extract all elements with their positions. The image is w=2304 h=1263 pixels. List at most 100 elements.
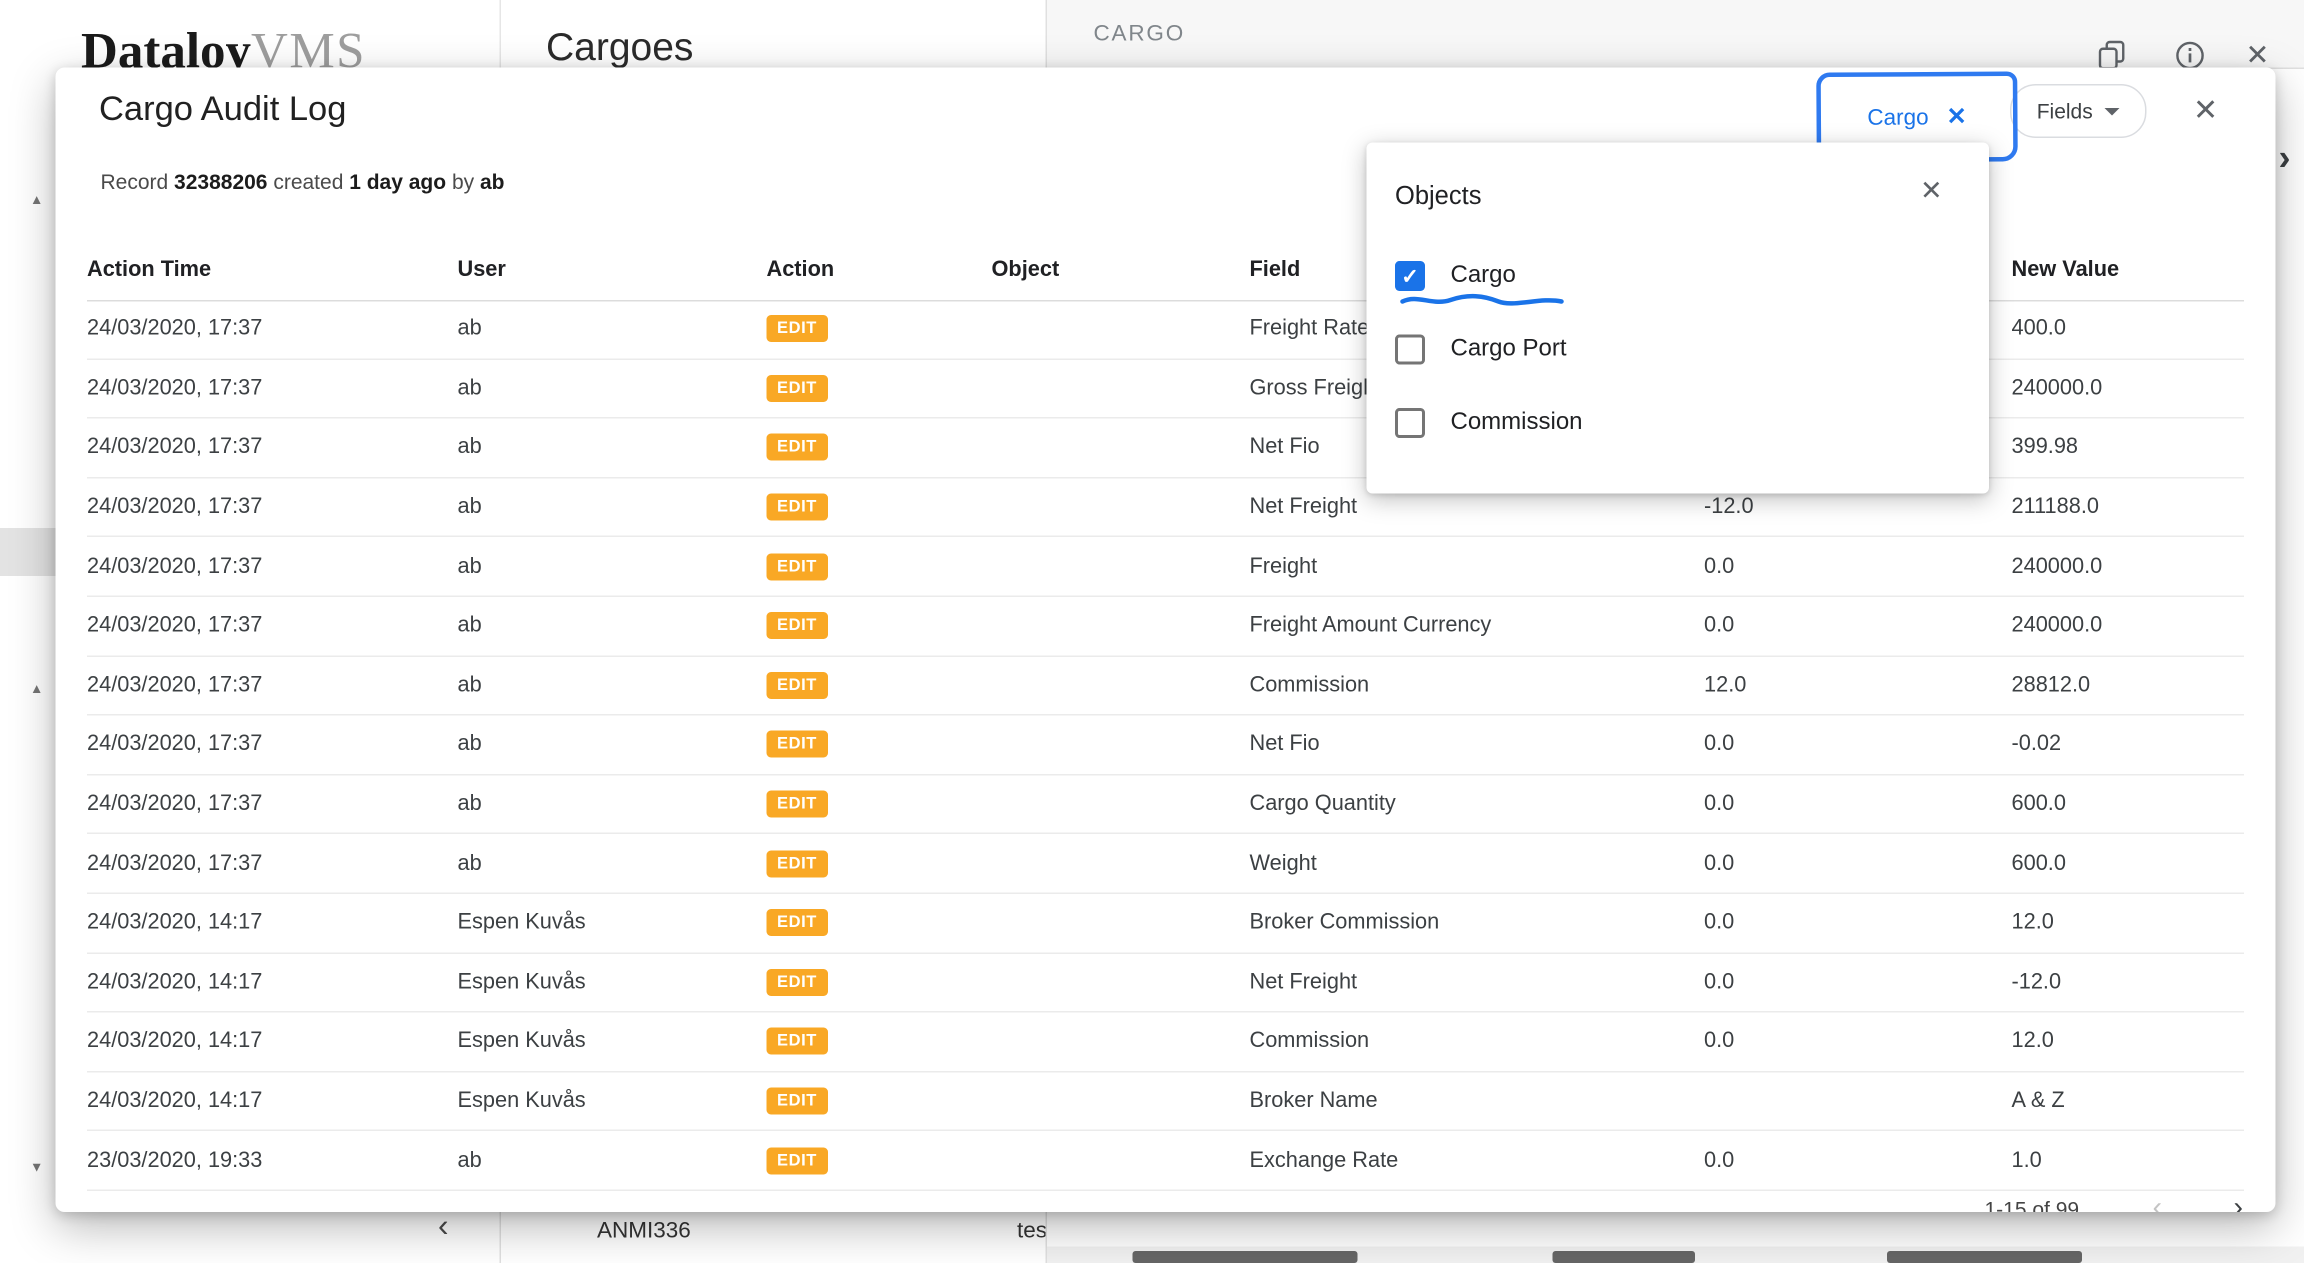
app-viewport: DataloyVMS Cargoes CARGO ✕ › ▲ ▲ ▼ ‹ ANM… bbox=[0, 0, 2304, 1263]
edit-action-badge: EDIT bbox=[767, 494, 828, 521]
cell-field: Weight bbox=[1250, 851, 1705, 875]
table-row: 24/03/2020, 17:37 ab EDIT Commission 12.… bbox=[87, 656, 2244, 715]
annotation-underline bbox=[1400, 293, 1565, 308]
table-row: 24/03/2020, 17:37 ab EDIT Net Fio 0.0 -0… bbox=[87, 716, 2244, 775]
cell-old-value: 12.0 bbox=[1704, 673, 2012, 697]
edit-action-badge: EDIT bbox=[767, 969, 828, 996]
edit-action-badge: EDIT bbox=[767, 434, 828, 461]
cell-old-value: 0.0 bbox=[1704, 851, 2012, 875]
cell-user: Espen Kuvås bbox=[458, 1089, 767, 1113]
cell-field: Cargo Quantity bbox=[1250, 792, 1705, 816]
record-created-label: created bbox=[273, 170, 343, 194]
edit-action-badge: EDIT bbox=[767, 731, 828, 758]
cell-user: Espen Kuvås bbox=[458, 1030, 767, 1054]
cell-old-value: 0.0 bbox=[1704, 911, 2012, 935]
cell-action: EDIT bbox=[767, 553, 992, 580]
cell-new-value: 12.0 bbox=[2012, 1030, 2245, 1054]
cell-new-value: 240000.0 bbox=[2012, 376, 2245, 400]
cell-action-time: 24/03/2020, 17:37 bbox=[87, 495, 458, 519]
cell-user: ab bbox=[458, 614, 767, 638]
edit-action-badge: EDIT bbox=[767, 909, 828, 936]
cell-old-value: 0.0 bbox=[1704, 1030, 2012, 1054]
cell-action: EDIT bbox=[767, 494, 992, 521]
sidebar-scroll-up-icon[interactable]: ▲ bbox=[30, 681, 43, 696]
table-row: 24/03/2020, 17:37 ab EDIT Freight 0.0 24… bbox=[87, 538, 2244, 597]
objects-list: ✓ Cargo Cargo Port Commission bbox=[1367, 239, 1990, 460]
cell-new-value: 28812.0 bbox=[2012, 673, 2245, 697]
cell-new-value: 211188.0 bbox=[2012, 495, 2245, 519]
collapse-chevron-icon[interactable]: ‹ bbox=[438, 1209, 449, 1245]
popup-close-icon[interactable]: ✕ bbox=[1920, 176, 1943, 208]
cell-new-value: 1.0 bbox=[2012, 1148, 2245, 1172]
cell-field: Broker Name bbox=[1250, 1089, 1705, 1113]
checkbox-icon[interactable]: ✓ bbox=[1395, 260, 1425, 290]
cell-field: Exchange Rate bbox=[1250, 1148, 1705, 1172]
background-cell-value: tes bbox=[1017, 1218, 1047, 1244]
cell-user: ab bbox=[458, 495, 767, 519]
cell-action-time: 24/03/2020, 17:37 bbox=[87, 614, 458, 638]
cell-action: EDIT bbox=[767, 791, 992, 818]
table-row: 24/03/2020, 17:37 ab EDIT Cargo Quantity… bbox=[87, 775, 2244, 834]
sidebar-scroll-down-icon[interactable]: ▼ bbox=[30, 1160, 43, 1175]
record-id: 32388206 bbox=[174, 170, 267, 194]
fields-dropdown-button[interactable]: Fields bbox=[2010, 84, 2147, 138]
record-author: ab bbox=[480, 170, 505, 194]
cell-user: ab bbox=[458, 436, 767, 460]
edit-action-badge: EDIT bbox=[767, 850, 828, 877]
cargo-filter-chip[interactable]: Cargo ✕ bbox=[1867, 102, 1967, 133]
column-header: Object bbox=[992, 258, 1250, 282]
object-checkbox-option[interactable]: Commission bbox=[1367, 386, 1990, 460]
cell-action: EDIT bbox=[767, 969, 992, 996]
record-by-label: by bbox=[452, 170, 474, 194]
cell-new-value: 12.0 bbox=[2012, 911, 2245, 935]
chip-remove-icon[interactable]: ✕ bbox=[1946, 102, 1966, 132]
cell-user: ab bbox=[458, 673, 767, 697]
table-row: 24/03/2020, 14:17 Espen Kuvås EDIT Net F… bbox=[87, 953, 2244, 1012]
cell-action: EDIT bbox=[767, 1147, 992, 1174]
checkbox-icon[interactable] bbox=[1395, 407, 1425, 437]
cell-action: EDIT bbox=[767, 1088, 992, 1115]
cell-new-value: 240000.0 bbox=[2012, 614, 2245, 638]
cell-user: Espen Kuvås bbox=[458, 911, 767, 935]
cell-user: ab bbox=[458, 376, 767, 400]
object-checkbox-option[interactable]: Cargo Port bbox=[1367, 312, 1990, 386]
cell-old-value: -12.0 bbox=[1704, 495, 2012, 519]
panel-expand-chevron-icon[interactable]: › bbox=[2279, 138, 2291, 180]
option-label: Cargo bbox=[1451, 262, 1516, 289]
column-header: Action Time bbox=[87, 258, 458, 282]
column-header: User bbox=[458, 258, 767, 282]
cell-field: Net Fio bbox=[1250, 733, 1705, 757]
cell-old-value: 0.0 bbox=[1704, 555, 2012, 579]
fields-button-label: Fields bbox=[2037, 99, 2093, 123]
sidebar-scroll-up-icon[interactable]: ▲ bbox=[30, 192, 43, 207]
cell-action: EDIT bbox=[767, 672, 992, 699]
record-label: Record bbox=[101, 170, 169, 194]
cell-user: Espen Kuvås bbox=[458, 970, 767, 994]
cell-field: Freight bbox=[1250, 555, 1705, 579]
cell-new-value: 400.0 bbox=[2012, 317, 2245, 341]
column-header: Action bbox=[767, 258, 992, 282]
cell-action-time: 23/03/2020, 19:33 bbox=[87, 1148, 458, 1172]
cell-action: EDIT bbox=[767, 1028, 992, 1055]
column-header: New Value bbox=[2012, 258, 2245, 282]
pagination-prev-icon[interactable]: ‹ bbox=[2153, 1193, 2162, 1213]
cell-action-time: 24/03/2020, 14:17 bbox=[87, 1089, 458, 1113]
pagination-next-icon[interactable]: › bbox=[2234, 1193, 2243, 1213]
background-panel-title: CARGO bbox=[1094, 21, 1186, 47]
cell-field: Broker Commission bbox=[1250, 911, 1705, 935]
modal-close-icon[interactable]: ✕ bbox=[2193, 92, 2218, 130]
cell-action: EDIT bbox=[767, 315, 992, 342]
edit-action-badge: EDIT bbox=[767, 1028, 828, 1055]
cell-new-value: 600.0 bbox=[2012, 851, 2245, 875]
cell-user: ab bbox=[458, 555, 767, 579]
info-icon-svg bbox=[2175, 41, 2205, 71]
edit-action-badge: EDIT bbox=[767, 791, 828, 818]
cell-new-value: 600.0 bbox=[2012, 792, 2245, 816]
clipped-text-fragment bbox=[1133, 1251, 1358, 1263]
background-column-divider bbox=[500, 1212, 502, 1263]
option-label: Commission bbox=[1451, 409, 1583, 436]
cell-action-time: 24/03/2020, 17:37 bbox=[87, 673, 458, 697]
table-row: 24/03/2020, 17:37 ab EDIT Freight Amount… bbox=[87, 597, 2244, 656]
checkbox-icon[interactable] bbox=[1395, 334, 1425, 364]
cell-field: Commission bbox=[1250, 673, 1705, 697]
